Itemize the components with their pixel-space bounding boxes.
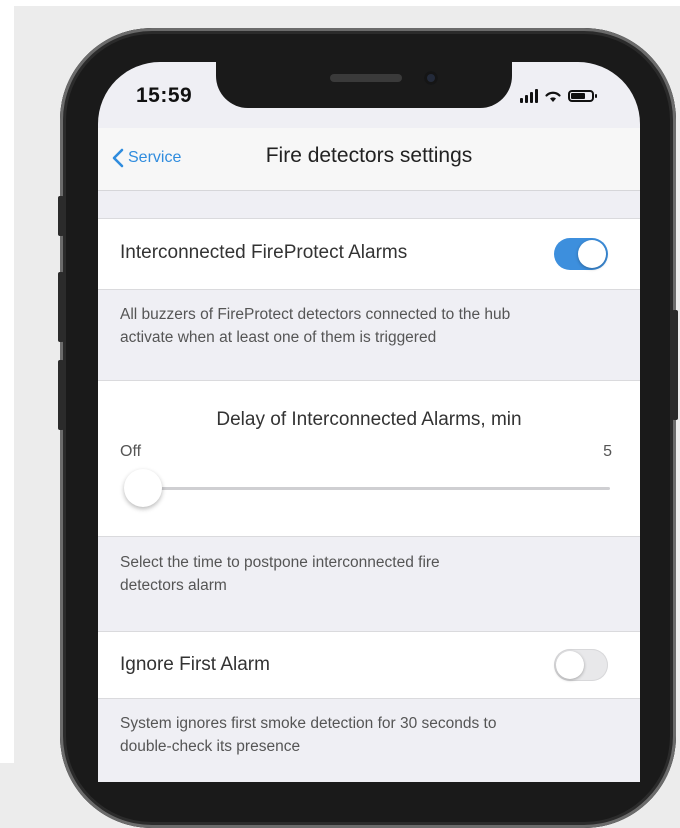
ignore-first-alarm-label: Ignore First Alarm xyxy=(120,654,270,675)
ignore-first-alarm-description: System ignores first smoke detection for… xyxy=(120,712,620,758)
navigation-bar: Service Fire detectors settings xyxy=(98,128,640,191)
cellular-signal-icon xyxy=(520,89,538,103)
phone-speaker xyxy=(330,74,402,82)
description-line: System ignores first smoke detection for… xyxy=(120,715,497,732)
page-title: Fire detectors settings xyxy=(265,144,473,167)
section-divider xyxy=(98,536,640,537)
phone-notch xyxy=(216,62,512,108)
wifi-icon xyxy=(545,91,561,102)
page-top-strip xyxy=(0,0,680,6)
description-line: activate when at least one of them is tr… xyxy=(120,329,437,346)
section-divider xyxy=(98,289,640,290)
interconnected-alarms-description: All buzzers of FireProtect detectors con… xyxy=(120,303,620,349)
ignore-first-alarm-row: Ignore First Alarm xyxy=(98,632,640,698)
battery-icon xyxy=(568,90,597,102)
description-line: Select the time to postpone interconnect… xyxy=(120,554,440,571)
phone-side-button-right xyxy=(672,310,678,420)
page-left-strip xyxy=(0,0,14,763)
phone-side-button-left-1 xyxy=(58,196,64,236)
description-line: All buzzers of FireProtect detectors con… xyxy=(120,306,511,323)
description-line: double-check its presence xyxy=(120,738,301,755)
delay-slider-thumb[interactable] xyxy=(124,469,162,507)
delay-slider-track[interactable] xyxy=(144,487,610,490)
delay-slider-row: Delay of Interconnected Alarms, min Off … xyxy=(98,381,640,536)
status-time: 15:59 xyxy=(136,84,193,107)
phone-side-button-left-3 xyxy=(58,360,64,430)
slider-min-label: Off xyxy=(120,443,142,460)
delay-description: Select the time to postpone interconnect… xyxy=(120,551,620,597)
status-icons xyxy=(520,86,597,106)
phone-camera xyxy=(424,71,438,85)
interconnected-alarms-label: Interconnected FireProtect Alarms xyxy=(120,242,408,263)
section-divider xyxy=(98,698,640,699)
phone-side-button-left-2 xyxy=(58,272,64,342)
interconnected-alarms-row: Interconnected FireProtect Alarms xyxy=(98,219,640,289)
slider-max-label: 5 xyxy=(603,443,612,460)
ignore-first-alarm-toggle[interactable] xyxy=(554,649,608,681)
description-line: detectors alarm xyxy=(120,577,227,594)
delay-title: Delay of Interconnected Alarms, min xyxy=(216,409,522,430)
interconnected-alarms-toggle[interactable] xyxy=(554,238,608,270)
